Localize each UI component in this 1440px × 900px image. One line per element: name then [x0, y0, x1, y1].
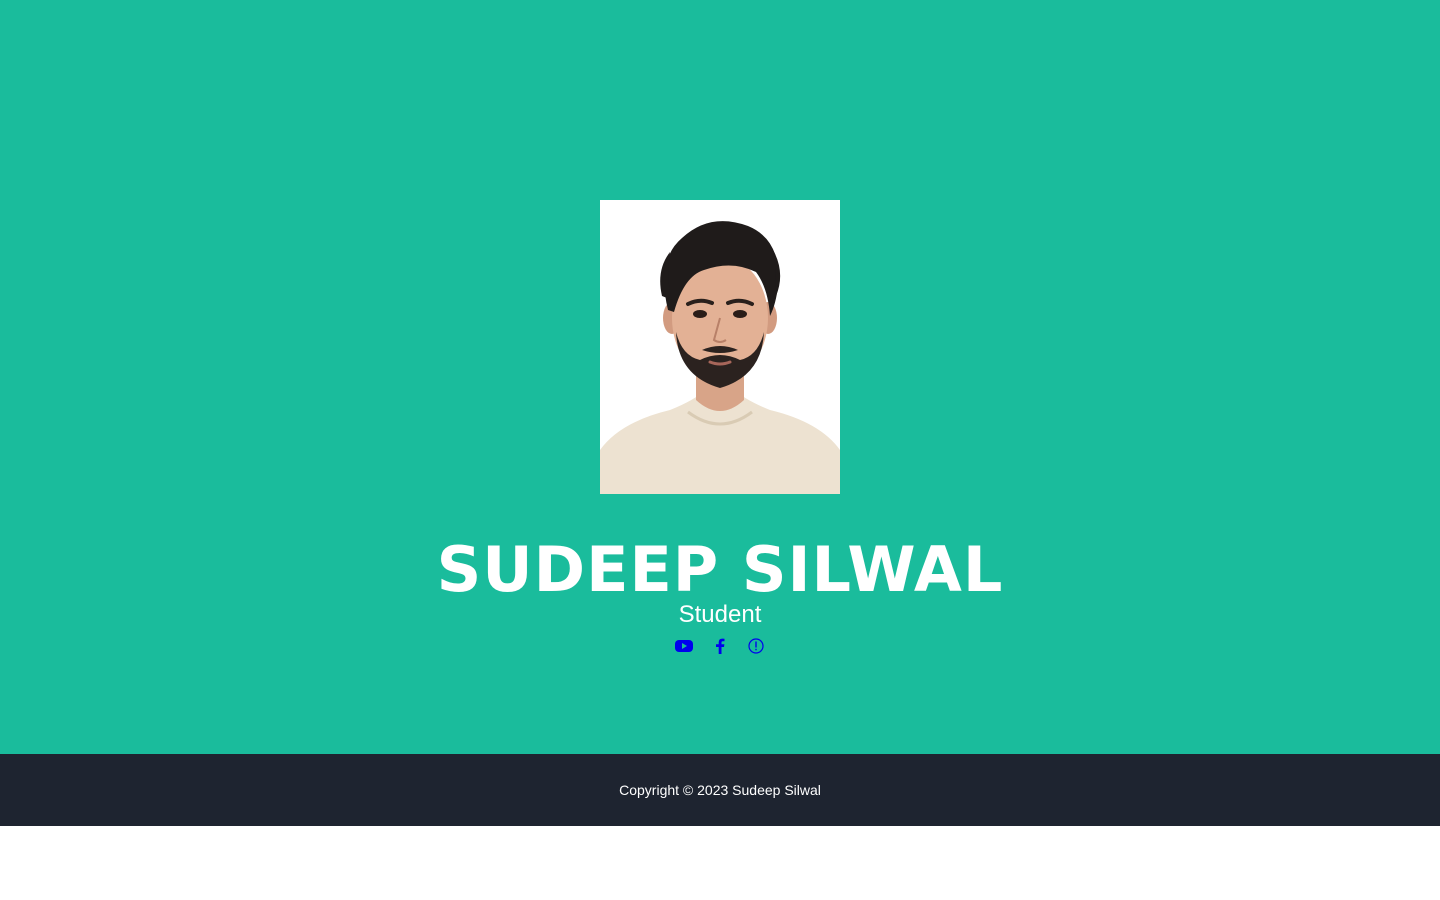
footer: Copyright © 2023 Sudeep Silwal — [0, 754, 1440, 826]
youtube-icon — [675, 640, 693, 652]
info-icon — [748, 638, 764, 654]
hero-section: SUDEEP SILWAL Student — [0, 0, 1440, 754]
social-links — [0, 636, 1440, 656]
copyright-text: Copyright © 2023 Sudeep Silwal — [619, 782, 821, 798]
youtube-link[interactable] — [675, 637, 693, 655]
facebook-link[interactable] — [711, 637, 729, 655]
info-link[interactable] — [747, 637, 765, 655]
profile-photo — [600, 200, 840, 494]
profile-name: SUDEEP SILWAL — [436, 533, 1004, 606]
facebook-icon — [716, 638, 725, 654]
profile-role: Student — [678, 601, 762, 628]
